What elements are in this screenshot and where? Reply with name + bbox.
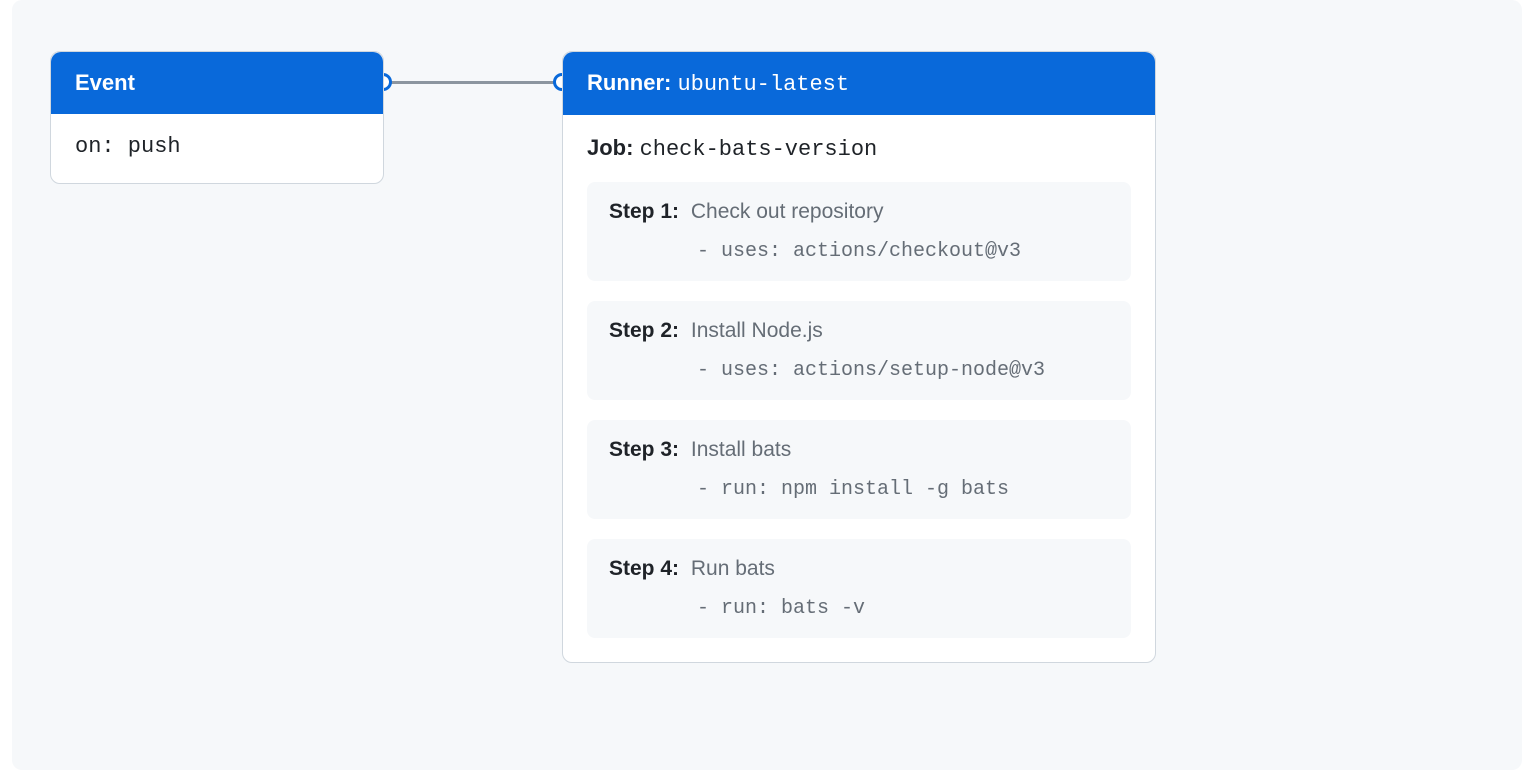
step-3-code: - run: npm install -g bats [697, 478, 1109, 501]
runner-header-value: ubuntu-latest [677, 72, 849, 97]
event-card: Event on: push [50, 51, 384, 184]
runner-card-header: Runner: ubuntu-latest [563, 52, 1155, 115]
step-4-name: Run bats [691, 557, 775, 580]
job-title: Job: check-bats-version [587, 135, 1131, 162]
event-body-text: on: push [75, 134, 181, 159]
step-3: Step 3: Install bats - run: npm install … [587, 420, 1131, 519]
runner-header-label: Runner: [587, 70, 671, 95]
job-value: check-bats-version [640, 137, 878, 162]
step-1: Step 1: Check out repository - uses: act… [587, 182, 1131, 281]
runner-card: Runner: ubuntu-latest Job: check-bats-ve… [562, 51, 1156, 663]
step-3-name: Install bats [691, 438, 791, 461]
step-2-name: Install Node.js [691, 319, 823, 342]
event-card-body: on: push [51, 114, 383, 183]
step-4-label: Step 4: [609, 557, 679, 580]
connector-line [382, 81, 562, 84]
step-2-code: - uses: actions/setup-node@v3 [697, 359, 1109, 382]
diagram-canvas: Event on: push Runner: ubuntu-latest Job… [12, 0, 1522, 770]
runner-card-body: Job: check-bats-version Step 1: Check ou… [563, 115, 1155, 662]
event-card-header: Event [51, 52, 383, 114]
step-3-label: Step 3: [609, 438, 679, 461]
job-label: Job: [587, 135, 633, 160]
step-4: Step 4: Run bats - run: bats -v [587, 539, 1131, 638]
step-1-label: Step 1: [609, 200, 679, 223]
step-1-name: Check out repository [691, 200, 884, 223]
step-1-code: - uses: actions/checkout@v3 [697, 240, 1109, 263]
step-4-code: - run: bats -v [697, 597, 1109, 620]
event-header-text: Event [75, 70, 135, 95]
step-2: Step 2: Install Node.js - uses: actions/… [587, 301, 1131, 400]
step-2-label: Step 2: [609, 319, 679, 342]
